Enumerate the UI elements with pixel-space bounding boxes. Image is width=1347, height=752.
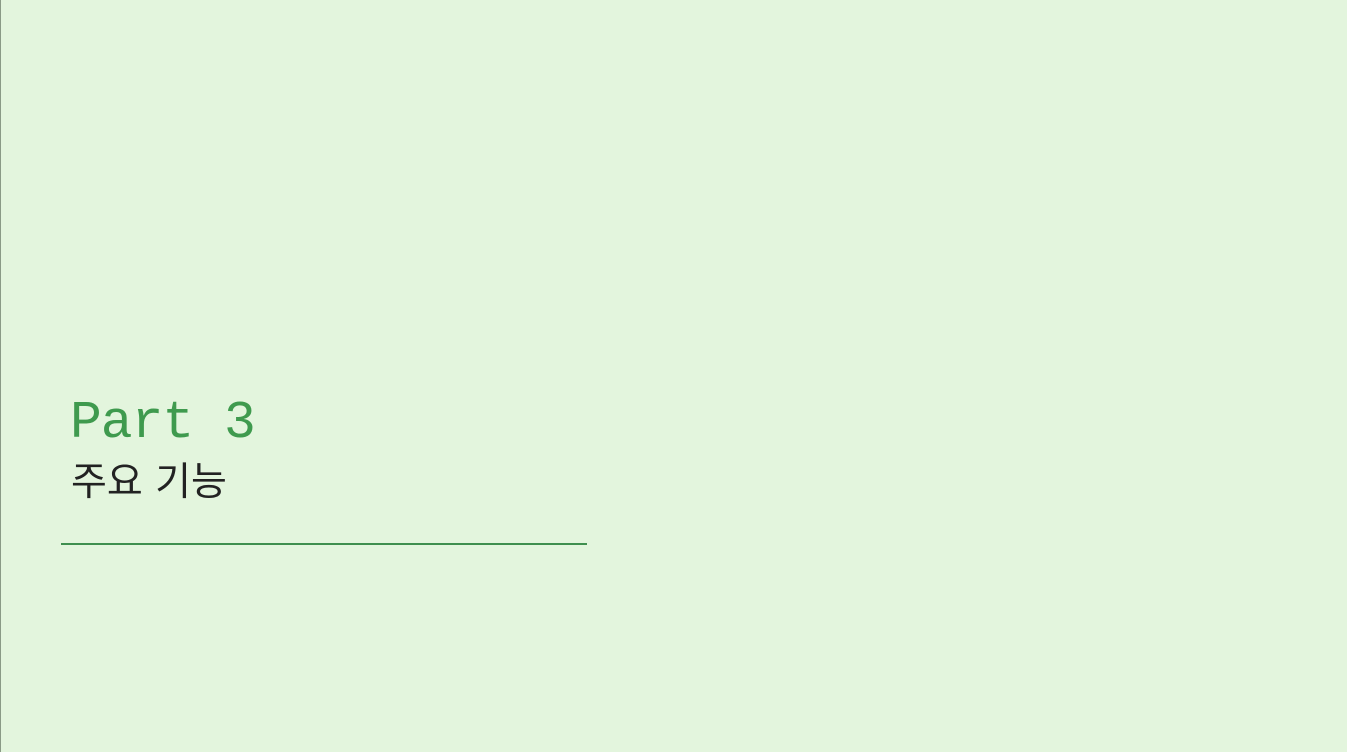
title-underline-divider — [61, 543, 587, 545]
section-title-slide: Part 3 주요 기능 — [0, 0, 1347, 752]
part-number-label: Part 3 — [70, 393, 256, 453]
section-title: 주요 기능 — [71, 460, 227, 505]
